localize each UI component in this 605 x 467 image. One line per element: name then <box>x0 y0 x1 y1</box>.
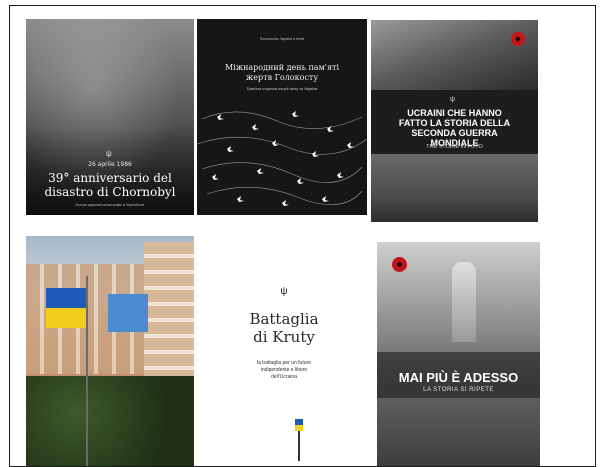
tile-subtitle-line: indipendente e libero <box>260 367 308 373</box>
poppy-icon <box>392 257 407 272</box>
ribbon-stem <box>298 431 300 461</box>
tile-wwii-stories[interactable]: ψ UCRAINI CHE HANNO FATTO LA STORIA DELL… <box>371 20 538 222</box>
tile-subtitle: LA STORIA SI RIPETE <box>423 387 494 393</box>
church-tower <box>452 262 476 342</box>
tile-embassy-building-flags[interactable] <box>26 236 194 466</box>
tile-subtitle: la battaglia per un futuro indipendente … <box>204 360 364 381</box>
tile-title-line: SECONDA GUERRA <box>411 128 498 138</box>
trident-icon: ψ <box>450 96 455 103</box>
embassy-header: Посольство України в Італії <box>259 37 305 41</box>
tile-subtitle-line: la battaglia per un futuro <box>257 360 311 366</box>
birds-illustration <box>197 111 367 206</box>
tile-title: Battaglia di Kruty <box>204 310 364 346</box>
tile-chornobyl-anniversary[interactable]: ψ 26 aprile 1986 39° anniversario del di… <box>26 19 194 215</box>
tile-footer: Истоки ядерной катастрофы в Чернобыле <box>75 203 145 207</box>
tile-never-again-is-now[interactable]: MAI PIÙ È ADESSO LA STORIA SI RIPETE <box>377 242 540 466</box>
tile-subtitle-line: dell'Ucraina <box>271 374 297 380</box>
tile-title-line: 39° anniversario del <box>48 171 172 185</box>
tile-title: MAI PIÙ È ADESSO <box>398 370 519 385</box>
tile-subtitle: Трагічна сторінка історії світу та Украї… <box>246 87 318 91</box>
building-tower <box>144 242 194 382</box>
tile-title: 39° anniversario del disastro di Chornob… <box>26 171 194 199</box>
tile-holocaust-remembrance[interactable]: Посольство України в Італії Міжнародний … <box>197 19 367 215</box>
photo-bottom <box>371 154 538 222</box>
flag-pole <box>86 276 88 466</box>
tile-subtitle: TRE STORIE IN FOTO <box>426 144 483 150</box>
tile-date: 26 aprile 1986 <box>88 161 132 168</box>
tile-title-line: FATTO LA STORIA DELLA <box>398 118 511 128</box>
tile-title-line: Міжнародний день пам'яті <box>224 63 340 72</box>
gallery-frame: ψ 26 aprile 1986 39° anniversario del di… <box>9 5 596 467</box>
blue-flag-icon <box>108 294 148 332</box>
ukraine-flag-icon <box>46 288 86 328</box>
tile-battle-of-kruty[interactable]: ψ Battaglia di Kruty la battaglia per un… <box>204 236 364 466</box>
tile-title: Міжнародний день пам'яті жертв Голокосту <box>197 63 367 83</box>
tile-title-line: disastro di Chornobyl <box>44 185 176 199</box>
garden-greenery <box>26 376 194 466</box>
trident-icon: ψ <box>106 149 112 158</box>
tile-title: UCRAINI CHE HANNO FATTO LA STORIA DELLA … <box>371 108 538 148</box>
photo-top <box>371 20 538 90</box>
tile-title-line: Battaglia <box>249 310 319 328</box>
tile-title-line: жертв Голокосту <box>245 73 319 82</box>
trident-icon: ψ <box>280 286 288 297</box>
tile-title-line: UCRAINI CHE HANNO <box>407 108 502 118</box>
poppy-icon <box>511 32 525 46</box>
tile-title-line: di Kruty <box>253 328 315 346</box>
